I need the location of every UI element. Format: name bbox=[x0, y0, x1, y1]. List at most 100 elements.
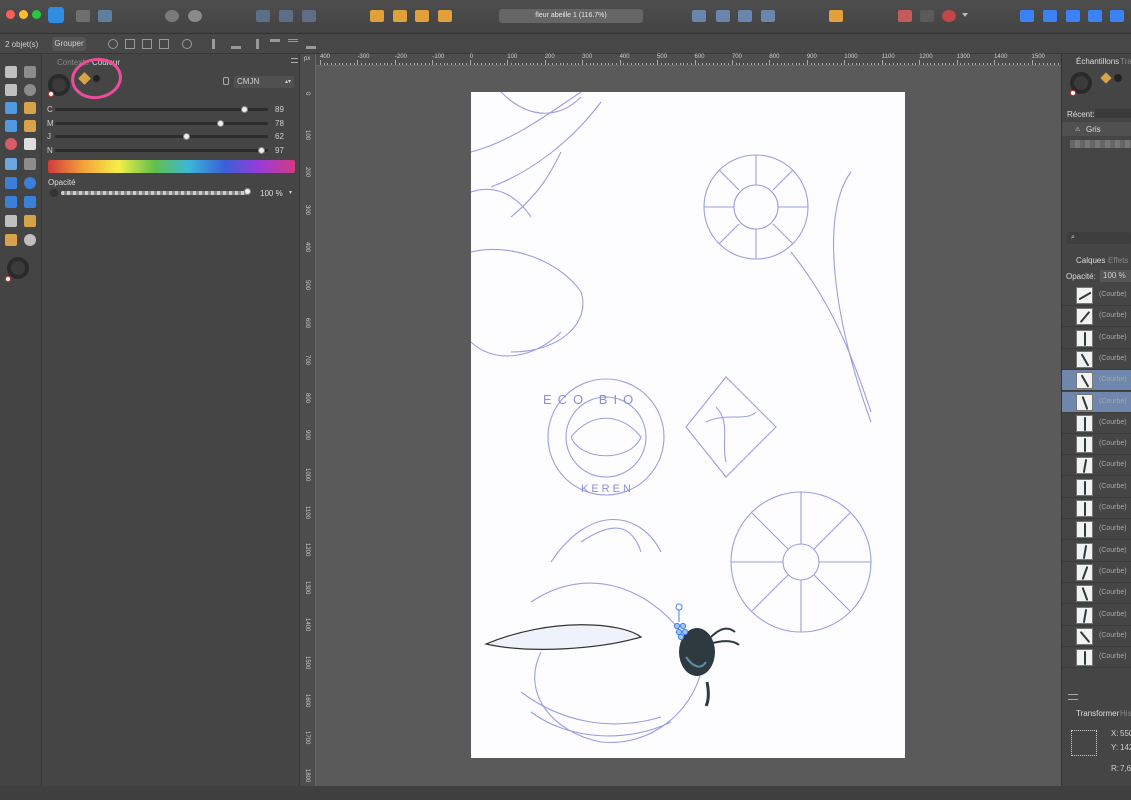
align-top-icon[interactable] bbox=[270, 39, 280, 49]
move-tool-icon[interactable] bbox=[5, 66, 17, 78]
fill-tool-icon[interactable] bbox=[5, 138, 17, 150]
triangle-tool-icon[interactable] bbox=[24, 196, 36, 208]
group-button[interactable]: Grouper bbox=[52, 37, 86, 51]
slider-value-j[interactable]: 62 bbox=[275, 132, 284, 141]
flip-vertical-icon[interactable] bbox=[716, 10, 730, 22]
anchor-selector[interactable] bbox=[1071, 730, 1097, 756]
transform-y-value[interactable]: 142 bbox=[1120, 743, 1131, 752]
rectangle-tool-icon[interactable] bbox=[5, 177, 17, 189]
bee-wing[interactable] bbox=[484, 624, 643, 650]
document-title[interactable]: fleur abeille 1 (116.7%) bbox=[499, 9, 643, 23]
pen-tool-icon[interactable] bbox=[5, 102, 17, 114]
slider-knob-m[interactable] bbox=[217, 119, 225, 127]
divide-icon[interactable] bbox=[1110, 10, 1124, 22]
artboard[interactable]: ECO BIO KEREN bbox=[471, 92, 905, 758]
layers-stack-icon[interactable] bbox=[1068, 694, 1078, 700]
transparency-tool-icon[interactable] bbox=[24, 138, 36, 150]
snap-box-icon[interactable] bbox=[279, 10, 293, 22]
chevron-down-icon[interactable] bbox=[962, 13, 968, 17]
layer-row[interactable]: (Courbe) bbox=[1062, 455, 1131, 477]
no-fill-icon[interactable] bbox=[5, 276, 11, 282]
slider-value-n[interactable]: 97 bbox=[275, 146, 284, 155]
align-right-icon[interactable] bbox=[249, 39, 259, 49]
close-window-button[interactable] bbox=[6, 10, 15, 19]
layer-row[interactable]: (Courbe) bbox=[1062, 519, 1131, 541]
target-icon[interactable] bbox=[108, 39, 118, 49]
slider-knob-j[interactable] bbox=[183, 133, 191, 140]
slider-knob-n[interactable] bbox=[257, 146, 265, 154]
tab-effets[interactable]: Effets bbox=[1108, 256, 1128, 265]
color-picker-tool-icon[interactable] bbox=[24, 215, 36, 227]
snap-node-icon[interactable] bbox=[125, 39, 135, 49]
layer-row[interactable]: (Courbe) bbox=[1062, 328, 1131, 349]
horizontal-ruler[interactable]: 400 -300 -200 -100 0 100 200 300 400 500 600 700 800… bbox=[316, 54, 1067, 66]
snap-icon[interactable] bbox=[256, 10, 270, 22]
transform-r-value[interactable]: 7,6 bbox=[1120, 764, 1131, 773]
xor-icon[interactable] bbox=[1088, 10, 1102, 22]
minimize-window-button[interactable] bbox=[19, 10, 28, 19]
vector-brush-icon[interactable] bbox=[5, 120, 17, 132]
arrange-forward-icon[interactable] bbox=[415, 10, 429, 22]
layer-row[interactable]: (Courbe) bbox=[1062, 647, 1131, 669]
export-persona-icon[interactable] bbox=[98, 10, 112, 22]
arrange-backward-icon[interactable] bbox=[393, 10, 407, 22]
tab-calques[interactable]: Calques bbox=[1076, 256, 1105, 265]
align-icon[interactable] bbox=[829, 10, 843, 22]
arrange-back-icon[interactable] bbox=[370, 10, 384, 22]
rotate-icon[interactable] bbox=[182, 39, 192, 49]
app-logo-icon[interactable] bbox=[48, 7, 64, 23]
tab-transformer[interactable]: Transformer bbox=[1076, 709, 1119, 718]
undo-icon[interactable] bbox=[942, 10, 956, 22]
zoom-tool-icon[interactable] bbox=[24, 234, 36, 246]
subtract-icon[interactable] bbox=[1043, 10, 1057, 22]
stroke-fill-swatch[interactable] bbox=[7, 257, 29, 279]
opacity-dropdown-icon[interactable]: ▾ bbox=[289, 189, 292, 196]
swatch-none-icon[interactable] bbox=[1070, 90, 1076, 96]
node-tool-icon[interactable] bbox=[5, 84, 17, 96]
slider-knob-c[interactable] bbox=[240, 106, 248, 113]
lock-icon[interactable] bbox=[223, 77, 229, 85]
layer-row[interactable]: (Courbe) bbox=[1062, 541, 1131, 562]
settings-icon[interactable] bbox=[165, 10, 179, 22]
gray-swatches[interactable] bbox=[1070, 140, 1131, 148]
transform-x-value[interactable]: 550 bbox=[1120, 729, 1131, 738]
layer-row[interactable]: (Courbe) bbox=[1062, 370, 1131, 392]
corner-tool-icon[interactable] bbox=[24, 84, 36, 96]
layer-row[interactable]: (Courbe) bbox=[1062, 605, 1131, 626]
slider-value-c[interactable]: 89 bbox=[275, 105, 284, 114]
vertical-ruler[interactable]: 0 100 200 300 400 500 600 700 800 900 1000 1100 1200… bbox=[300, 54, 316, 786]
slider-track-c[interactable] bbox=[55, 108, 268, 111]
artboard-tool-icon[interactable] bbox=[24, 66, 36, 78]
tab-echantillons[interactable]: Échantillons bbox=[1076, 57, 1119, 66]
layer-row[interactable]: (Courbe) bbox=[1062, 498, 1131, 519]
rounded-rect-tool-icon[interactable] bbox=[5, 196, 17, 208]
layer-row[interactable]: (Courbe) bbox=[1062, 391, 1131, 413]
align-bottom-icon[interactable] bbox=[306, 39, 316, 49]
place-image-icon[interactable] bbox=[5, 158, 17, 170]
paint-brush-icon[interactable] bbox=[24, 120, 36, 132]
opacity-slider-track[interactable] bbox=[61, 191, 248, 195]
pixel-persona-icon[interactable] bbox=[76, 10, 90, 22]
layer-row[interactable]: (Courbe) bbox=[1062, 626, 1131, 647]
recent-swatches[interactable] bbox=[1095, 109, 1131, 118]
text-tool-icon[interactable] bbox=[5, 215, 17, 227]
layer-row[interactable]: (Courbe) bbox=[1062, 413, 1131, 434]
layers-opacity-field[interactable]: 100 % bbox=[1100, 270, 1131, 282]
align-left-icon[interactable] bbox=[212, 39, 222, 49]
arrange-front-icon[interactable] bbox=[438, 10, 452, 22]
hand-tool-icon[interactable] bbox=[5, 234, 17, 246]
pencil-tool-icon[interactable] bbox=[24, 102, 36, 114]
rotate-left-icon[interactable] bbox=[738, 10, 752, 22]
add-icon[interactable] bbox=[1020, 10, 1034, 22]
align-center-icon[interactable] bbox=[231, 39, 241, 49]
slider-value-m[interactable]: 78 bbox=[275, 119, 284, 128]
color-model-select[interactable]: CMJN ▴▾ bbox=[234, 76, 294, 88]
tab-trait[interactable]: Trai bbox=[1120, 57, 1131, 66]
color-spectrum[interactable] bbox=[48, 160, 295, 173]
swatch-current-color[interactable] bbox=[1114, 74, 1122, 82]
rotation-handle[interactable] bbox=[675, 603, 683, 611]
layer-row[interactable]: (Courbe) bbox=[1062, 434, 1131, 456]
swatch-eyedropper-icon[interactable] bbox=[1100, 72, 1112, 84]
layer-row[interactable]: (Courbe) bbox=[1062, 349, 1131, 370]
tab-historique[interactable]: Hist bbox=[1120, 709, 1131, 718]
